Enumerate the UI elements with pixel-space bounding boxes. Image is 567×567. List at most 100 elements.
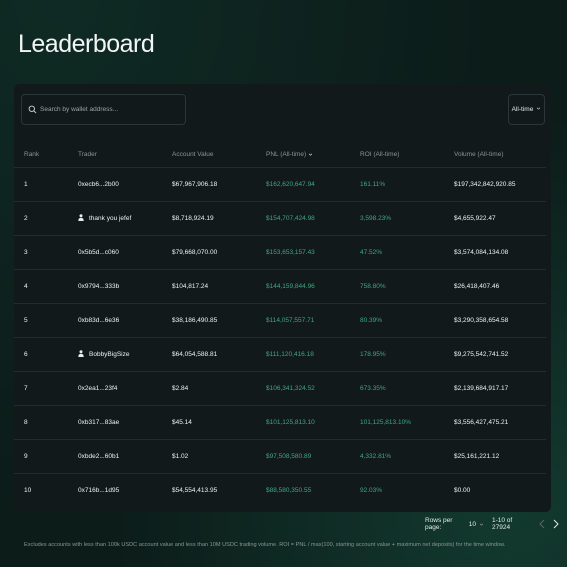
trader-cell[interactable]: 0x5b5d...c060 xyxy=(78,235,172,270)
table-row[interactable]: 6 BobbyBigSize $64,054,588.81 $111,120,416.… xyxy=(14,337,546,372)
volume-cell: $3,290,358,654.58 xyxy=(454,303,546,338)
rank-cell: 2 xyxy=(14,201,78,236)
account-value-cell: $45.14 xyxy=(172,405,266,440)
account-value-cell: $64,054,588.81 xyxy=(172,337,266,372)
account-value-cell: $79,668,070.00 xyxy=(172,235,266,270)
volume-cell: $0.00 xyxy=(454,486,471,494)
volume-cell: $9,275,542,741.52 xyxy=(454,337,546,372)
table-row[interactable]: 8 0xb317...83ae $45.14 $101,125,813.10 101,1… xyxy=(14,405,546,440)
disclaimer-text: Excludes accounts with less than 100k US… xyxy=(24,542,506,548)
rows-per-page-label: Rows per page: xyxy=(425,517,453,531)
header-roi[interactable]: ROI (All-time) xyxy=(360,142,454,168)
header-volume-label: Volume (All-time) xyxy=(454,150,504,158)
trader-name[interactable]: 0xb83d...6e36 xyxy=(78,317,119,324)
user-icon xyxy=(78,214,84,221)
table-row[interactable]: 4 0x9794...333b $104,817.24 $144,159,844.96… xyxy=(14,269,546,304)
trader-name[interactable]: BobbyBigSize xyxy=(89,351,129,358)
header-volume[interactable]: Volume (All-time) xyxy=(454,142,546,168)
pnl-cell: $111,120,416.18 xyxy=(266,337,360,372)
roi-cell: 673.35% xyxy=(360,371,454,406)
header-pnl-label: PNL (All-time) xyxy=(266,150,307,158)
page-title: Leaderboard xyxy=(18,30,155,58)
time-range-select[interactable]: All-time xyxy=(508,94,545,125)
roi-cell: 80.39% xyxy=(360,303,454,338)
header-trader: Trader xyxy=(78,142,172,168)
pnl-cell: $114,057,557.71 xyxy=(266,303,360,338)
pagination-range: 1-10 of 27924 xyxy=(491,517,513,531)
trader-name[interactable]: 0x5b5d...c060 xyxy=(78,249,119,256)
rank-cell: 5 xyxy=(14,303,78,338)
trader-cell[interactable]: 0xecb6...2b00 xyxy=(78,167,172,202)
trader-cell[interactable]: 0xbde2...60b1 xyxy=(78,439,172,474)
account-value-cell: $104,817.24 xyxy=(172,269,266,304)
account-value-cell: $2.84 xyxy=(172,371,266,406)
table-row[interactable]: 2 thank you jefef $8,718,924.19 $154,707,42… xyxy=(14,201,546,236)
roi-cell: 47.52% xyxy=(360,235,454,270)
rank-cell: 7 xyxy=(14,371,78,406)
rank-cell: 3 xyxy=(14,235,78,270)
volume-cell: $26,418,407.46 xyxy=(454,269,546,304)
trader-name[interactable]: 0xb317...83ae xyxy=(78,419,119,426)
chevron-right-icon[interactable] xyxy=(553,519,559,529)
account-value-cell: $1.02 xyxy=(172,439,266,474)
table-row[interactable]: 5 0xb83d...6e36 $38,186,490.85 $114,057,557… xyxy=(14,303,546,338)
time-range-value: All-time xyxy=(511,106,534,113)
roi-cell: 178.95% xyxy=(360,337,454,372)
table-row[interactable]: 3 0x5b5d...c060 $79,668,070.00 $153,653,157… xyxy=(14,235,546,270)
search-box[interactable] xyxy=(21,94,186,125)
trader-cell[interactable]: 0xb83d...6e36 xyxy=(78,303,172,338)
rank-cell: 10 xyxy=(24,486,32,494)
table-row[interactable]: 7 0x2ea1...23f4 $2.84 $106,341,324.52 673.35… xyxy=(14,371,546,406)
pnl-cell: $153,653,157.43 xyxy=(266,235,360,270)
header-account-value-label: Account Value xyxy=(172,150,214,158)
pnl-cell: $101,125,813.10 xyxy=(266,405,360,440)
volume-cell: $3,574,084,134.08 xyxy=(454,235,546,270)
table-row[interactable]: 9 0xbde2...60b1 $1.02 $97,508,580.89 4,332.8… xyxy=(14,439,546,474)
trader-name[interactable]: 0x2ea1...23f4 xyxy=(78,385,117,392)
table-row[interactable]: 1 0xecb6...2b00 $67,967,906.18 $162,620,647… xyxy=(14,167,546,202)
trader-cell[interactable]: thank you jefef xyxy=(78,201,172,236)
pnl-cell: $154,707,424.98 xyxy=(266,201,360,236)
table-row[interactable]: 10 0x716b...1d95 $54,554,413.95 $88,580,350… xyxy=(14,473,546,507)
trader-cell[interactable]: 0x716b...1d95 xyxy=(78,473,172,507)
volume-cell: $4,655,922.47 xyxy=(454,201,546,236)
pnl-cell: $88,580,350.55 xyxy=(266,486,312,494)
table-header-row: Rank Trader Account Value PNL (All-time)… xyxy=(14,142,546,168)
roi-cell: 161.11% xyxy=(360,167,454,202)
chevron-down-icon[interactable] xyxy=(479,522,484,527)
leaderboard-table: Rank Trader Account Value PNL (All-time)… xyxy=(14,142,546,507)
volume-cell: $197,342,842,920.85 xyxy=(454,167,546,202)
account-value-cell: $8,718,924.19 xyxy=(172,201,266,236)
roi-cell: 101,125,813.10% xyxy=(360,405,454,440)
search-input[interactable] xyxy=(40,106,180,113)
trader-cell[interactable]: BobbyBigSize xyxy=(78,337,172,372)
pnl-cell: $97,508,580.89 xyxy=(266,439,360,474)
user-icon xyxy=(78,350,84,357)
roi-cell: 92.03% xyxy=(360,486,383,494)
trader-name[interactable]: 0xecb6...2b00 xyxy=(78,181,119,188)
chevron-down-icon xyxy=(536,106,541,113)
trader-name[interactable]: thank you jefef xyxy=(89,215,131,222)
account-value-cell: $67,967,906.18 xyxy=(172,167,266,202)
rows-per-page-select[interactable]: 10 xyxy=(469,521,476,528)
trader-cell[interactable]: 0xb317...83ae xyxy=(78,405,172,440)
roi-cell: 4,332.81% xyxy=(360,439,454,474)
trader-name[interactable]: 0xbde2...60b1 xyxy=(78,453,119,460)
trader-name[interactable]: 0x716b...1d95 xyxy=(78,487,119,494)
pagination: Rows per page: 10 1-10 of 27924 xyxy=(425,517,567,531)
pnl-cell: $144,159,844.96 xyxy=(266,269,360,304)
rank-cell: 8 xyxy=(14,405,78,440)
header-roi-label: ROI (All-time) xyxy=(360,150,400,158)
header-account-value[interactable]: Account Value xyxy=(172,142,266,168)
account-value-cell: $54,554,413.95 xyxy=(172,486,218,494)
trader-cell[interactable]: 0x9794...333b xyxy=(78,269,172,304)
pnl-cell: $106,341,324.52 xyxy=(266,371,360,406)
trader-cell[interactable]: 0x2ea1...23f4 xyxy=(78,371,172,406)
header-pnl[interactable]: PNL (All-time) xyxy=(266,142,360,168)
trader-name[interactable]: 0x9794...333b xyxy=(78,283,119,290)
search-icon xyxy=(28,101,37,119)
chevron-left-icon[interactable] xyxy=(539,519,545,529)
sort-desc-icon xyxy=(308,152,313,157)
volume-cell: $25,161,221.12 xyxy=(454,439,546,474)
rank-cell: 9 xyxy=(14,439,78,474)
